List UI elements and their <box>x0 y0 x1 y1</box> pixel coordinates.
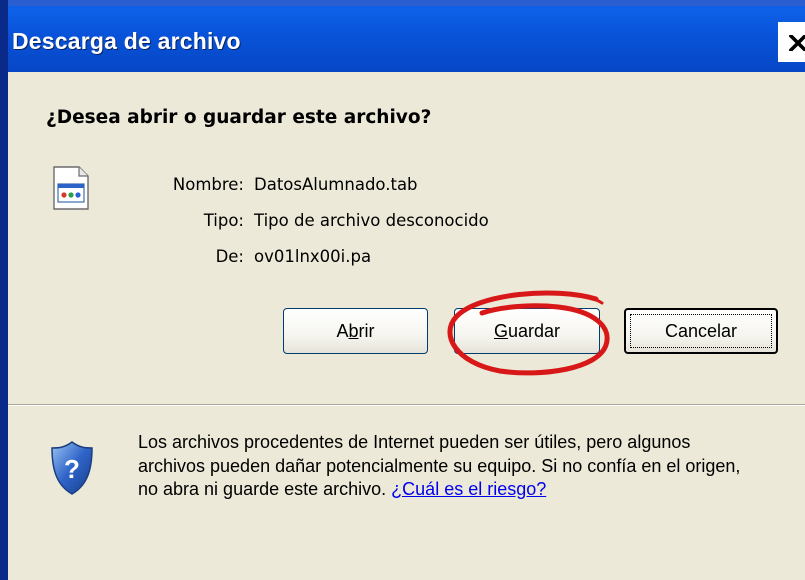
save-button[interactable]: Guardar <box>454 308 600 354</box>
open-button-label: Abrir <box>336 320 375 341</box>
focus-rectangle <box>630 314 772 348</box>
close-icon <box>789 35 805 51</box>
window-title: Descarga de archivo <box>12 28 241 54</box>
title-bar-top-edge <box>8 0 805 6</box>
file-type-label: Tipo: <box>203 211 244 230</box>
risk-link[interactable]: ¿Cuál es el riesgo? <box>391 479 546 499</box>
unknown-file-icon <box>53 166 89 210</box>
file-download-dialog: Descarga de archivo ¿Desea abrir o guard… <box>0 0 805 580</box>
cancel-button[interactable]: Cancelar <box>624 308 778 354</box>
file-source-value: ov01lnx00i.pa <box>254 247 372 266</box>
security-warning: Los archivos procedentes de Internet pue… <box>138 431 758 502</box>
svg-text:?: ? <box>64 454 80 484</box>
file-name-label: Nombre: <box>172 175 244 194</box>
file-name-value: DatosAlumnado.tab <box>254 175 418 194</box>
open-button[interactable]: Abrir <box>283 308 428 354</box>
dialog-question: ¿Desea abrir o guardar este archivo? <box>46 107 432 128</box>
title-bar-gap <box>8 72 805 96</box>
file-source-label: De: <box>215 247 244 266</box>
security-shield-question-icon: ? <box>51 441 93 495</box>
title-bar[interactable]: Descarga de archivo <box>8 0 805 96</box>
close-button[interactable] <box>778 22 805 62</box>
save-button-label: Guardar <box>493 320 561 341</box>
divider-highlight <box>8 405 805 406</box>
window-left-border <box>0 0 8 580</box>
file-type-value: Tipo de archivo desconocido <box>254 211 489 230</box>
